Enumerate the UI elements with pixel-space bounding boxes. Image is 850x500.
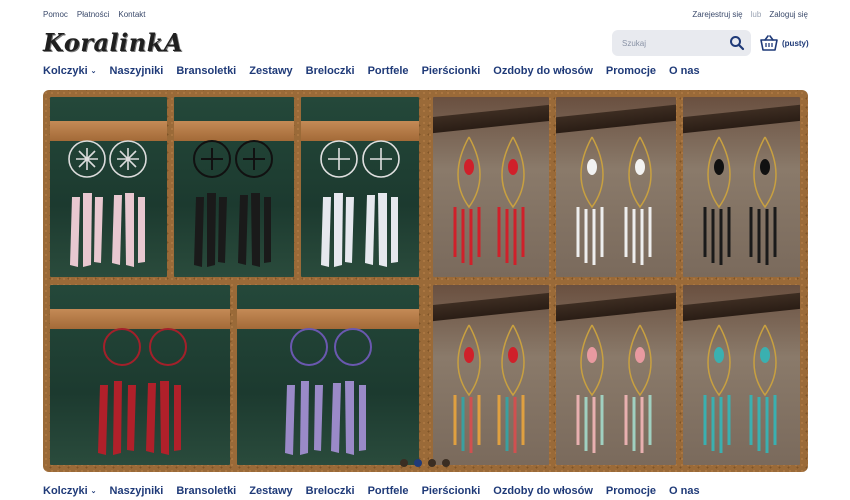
nav-item-naszyjniki[interactable]: Naszyjniki [110,64,164,78]
product-photo-black-chandelier [683,97,800,277]
slider-dot-1[interactable] [400,459,408,467]
footer-nav-item-portfele[interactable]: Portfele [368,484,409,498]
site-logo[interactable]: KoralinkA [43,30,182,56]
product-photo-red-earrings [50,285,230,465]
footer-nav-item-pierscionki[interactable]: Pierścionki [422,484,481,498]
search-box [612,30,751,56]
footer-nav-item-promocje[interactable]: Promocje [606,484,656,498]
footer-nav-item-o-nas[interactable]: O nas [669,484,700,498]
chevron-down-icon: ⌄ [90,68,97,75]
cart-label: (pusty) [782,38,809,48]
nav-item-pierscionki[interactable]: Pierścionki [422,64,481,78]
nav-item-zestawy[interactable]: Zestawy [249,64,292,78]
footer-nav-item-bransoletki[interactable]: Bransoletki [176,484,236,498]
search-input[interactable] [622,36,722,50]
product-photo-turquoise-chandelier [683,285,800,465]
product-photo-multicolor-chandelier [433,285,549,465]
nav-item-breloczki[interactable]: Breloczki [306,64,355,78]
account-links: Zarejestruj się lub Zaloguj się [692,10,808,19]
nav-item-o-nas[interactable]: O nas [669,64,700,78]
help-links: Pomoc Płatności Kontakt [43,10,146,19]
footer-nav-item-zestawy[interactable]: Zestawy [249,484,292,498]
footer-nav-item-ozdoby-do-wlosow[interactable]: Ozdoby do włosów [493,484,593,498]
payments-link[interactable]: Płatności [77,10,109,19]
chevron-down-icon: ⌄ [90,488,97,495]
nav-item-bransoletki[interactable]: Bransoletki [176,64,236,78]
product-photo-red-chandelier [433,97,549,277]
slider-dots [400,459,450,467]
slider-dot-2[interactable] [414,459,422,467]
search-icon[interactable] [729,35,745,51]
or-separator: lub [750,10,762,19]
nav-item-promocje[interactable]: Promocje [606,64,656,78]
footer-nav-item-kolczyki[interactable]: Kolczyki ⌄ [43,484,97,498]
register-link[interactable]: Zarejestruj się [692,10,742,19]
help-link[interactable]: Pomoc [43,10,68,19]
main-nav: Kolczyki ⌄ Naszyjniki Bransoletki Zestawy… [43,64,700,78]
product-photo-white-earrings [301,97,419,277]
nav-item-ozdoby-do-wlosow[interactable]: Ozdoby do włosów [493,64,593,78]
cart-button[interactable]: (pusty) [760,33,809,53]
slider-dot-3[interactable] [428,459,436,467]
product-photo-pink-earrings [50,97,167,277]
login-link[interactable]: Zaloguj się [769,10,808,19]
basket-icon [760,35,778,51]
footer-nav-item-breloczki[interactable]: Breloczki [306,484,355,498]
product-photo-black-earrings [174,97,294,277]
footer-nav: Kolczyki ⌄ Naszyjniki Bransoletki Zestawy… [43,484,700,498]
product-photo-white-chandelier [556,97,676,277]
slider-dot-4[interactable] [442,459,450,467]
product-photo-purple-earrings [237,285,419,465]
top-bar: Pomoc Płatności Kontakt Zarejestruj się … [43,10,808,22]
product-photo-pink-chandelier [556,285,676,465]
footer-nav-item-naszyjniki[interactable]: Naszyjniki [110,484,164,498]
nav-item-portfele[interactable]: Portfele [368,64,409,78]
contact-link[interactable]: Kontakt [118,10,145,19]
banner-slider[interactable] [43,90,808,472]
nav-item-kolczyki[interactable]: Kolczyki ⌄ [43,64,97,78]
